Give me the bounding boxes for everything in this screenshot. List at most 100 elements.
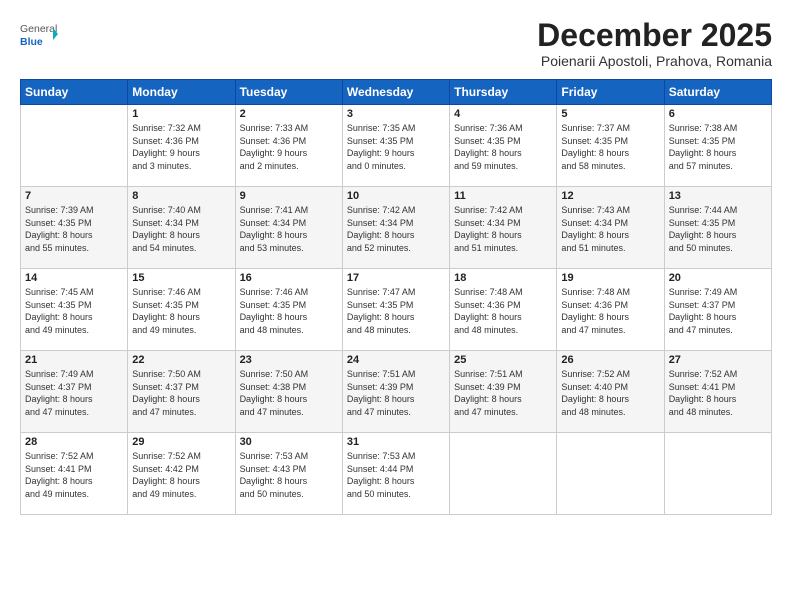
cell-content: Sunrise: 7:36 AM Sunset: 4:35 PM Dayligh… (454, 122, 552, 172)
table-row: 7 Sunrise: 7:39 AM Sunset: 4:35 PM Daylig… (21, 187, 128, 269)
day-number: 11 (454, 190, 552, 202)
cell-content: Sunrise: 7:49 AM Sunset: 4:37 PM Dayligh… (25, 368, 123, 418)
table-row: 5Sunrise: 7:37 AM Sunset: 4:35 PM Daylig… (557, 105, 664, 187)
table-row: 8Sunrise: 7:40 AM Sunset: 4:34 PM Daylig… (128, 187, 235, 269)
day-number: 6 (669, 108, 767, 120)
cell-content: Sunrise: 7:52 AM Sunset: 4:40 PM Dayligh… (561, 368, 659, 418)
table-row: 18Sunrise: 7:48 AM Sunset: 4:36 PM Dayli… (450, 269, 557, 351)
table-row: 16Sunrise: 7:46 AM Sunset: 4:35 PM Dayli… (235, 269, 342, 351)
cell-content: Sunrise: 7:48 AM Sunset: 4:36 PM Dayligh… (561, 286, 659, 336)
table-row: 17Sunrise: 7:47 AM Sunset: 4:35 PM Dayli… (342, 269, 449, 351)
day-number: 19 (561, 272, 659, 284)
day-number: 27 (669, 354, 767, 366)
calendar-week-row: 14 Sunrise: 7:45 AM Sunset: 4:35 PM Dayli… (21, 269, 772, 351)
table-row (557, 433, 664, 515)
cell-content: Sunrise: 7:33 AM Sunset: 4:36 PM Dayligh… (240, 122, 338, 172)
table-row: 21 Sunrise: 7:49 AM Sunset: 4:37 PM Dayli… (21, 351, 128, 433)
cell-content: Sunrise: 7:51 AM Sunset: 4:39 PM Dayligh… (454, 368, 552, 418)
svg-text:General: General (20, 23, 57, 35)
table-row: 1 Sunrise: 7:32 AM Sunset: 4:36 PM Daylig… (128, 105, 235, 187)
day-number: 28 (25, 436, 123, 448)
cell-content: Sunrise: 7:44 AM Sunset: 4:35 PM Dayligh… (669, 204, 767, 254)
cell-content: Sunrise: 7:52 AM Sunset: 4:41 PM Dayligh… (669, 368, 767, 418)
month-title: December 2025 (537, 18, 772, 53)
cell-content: Sunrise: 7:49 AM Sunset: 4:37 PM Dayligh… (669, 286, 767, 336)
day-number: 14 (25, 272, 123, 284)
day-number: 1 (132, 108, 230, 120)
table-row: 19 Sunrise: 7:48 AM Sunset: 4:36 PM Dayli… (557, 269, 664, 351)
table-row: 2 Sunrise: 7:33 AM Sunset: 4:36 PM Daylig… (235, 105, 342, 187)
day-number: 13 (669, 190, 767, 202)
table-row: 10 Sunrise: 7:42 AM Sunset: 4:34 PM Dayli… (342, 187, 449, 269)
calendar-table: Sunday Monday Tuesday Wednesday Thursday… (20, 79, 772, 515)
table-row: 11 Sunrise: 7:42 AM Sunset: 4:34 PM Dayli… (450, 187, 557, 269)
day-number: 22 (132, 354, 230, 366)
table-row: 31 Sunrise: 7:53 AM Sunset: 4:44 PM Dayli… (342, 433, 449, 515)
col-monday: Monday (128, 80, 235, 105)
table-row: 9 Sunrise: 7:41 AM Sunset: 4:34 PM Daylig… (235, 187, 342, 269)
day-number: 21 (25, 354, 123, 366)
cell-content: Sunrise: 7:52 AM Sunset: 4:41 PM Dayligh… (25, 450, 123, 500)
table-row: 12Sunrise: 7:43 AM Sunset: 4:34 PM Dayli… (557, 187, 664, 269)
table-row: 14 Sunrise: 7:45 AM Sunset: 4:35 PM Dayli… (21, 269, 128, 351)
day-number: 30 (240, 436, 338, 448)
table-row: 6 Sunrise: 7:38 AM Sunset: 4:35 PM Daylig… (664, 105, 771, 187)
day-number: 4 (454, 108, 552, 120)
day-number: 7 (25, 190, 123, 202)
day-number: 31 (347, 436, 445, 448)
day-number: 26 (561, 354, 659, 366)
cell-content: Sunrise: 7:50 AM Sunset: 4:37 PM Dayligh… (132, 368, 230, 418)
table-row: 13 Sunrise: 7:44 AM Sunset: 4:35 PM Dayli… (664, 187, 771, 269)
table-row: 22 Sunrise: 7:50 AM Sunset: 4:37 PM Dayli… (128, 351, 235, 433)
calendar-week-row: 7 Sunrise: 7:39 AM Sunset: 4:35 PM Daylig… (21, 187, 772, 269)
cell-content: Sunrise: 7:42 AM Sunset: 4:34 PM Dayligh… (347, 204, 445, 254)
cell-content: Sunrise: 7:48 AM Sunset: 4:36 PM Dayligh… (454, 286, 552, 336)
cell-content: Sunrise: 7:39 AM Sunset: 4:35 PM Dayligh… (25, 204, 123, 254)
day-number: 25 (454, 354, 552, 366)
table-row: 23 Sunrise: 7:50 AM Sunset: 4:38 PM Dayli… (235, 351, 342, 433)
location: Poienarii Apostoli, Prahova, Romania (537, 53, 772, 69)
day-number: 24 (347, 354, 445, 366)
table-row: 29Sunrise: 7:52 AM Sunset: 4:42 PM Dayli… (128, 433, 235, 515)
logo: General Blue (20, 18, 58, 54)
day-number: 9 (240, 190, 338, 202)
day-number: 16 (240, 272, 338, 284)
table-row (21, 105, 128, 187)
day-number: 29 (132, 436, 230, 448)
day-number: 2 (240, 108, 338, 120)
table-row (664, 433, 771, 515)
table-row: 4 Sunrise: 7:36 AM Sunset: 4:35 PM Daylig… (450, 105, 557, 187)
col-sunday: Sunday (21, 80, 128, 105)
table-row: 3Sunrise: 7:35 AM Sunset: 4:35 PM Daylig… (342, 105, 449, 187)
cell-content: Sunrise: 7:35 AM Sunset: 4:35 PM Dayligh… (347, 122, 445, 172)
cell-content: Sunrise: 7:45 AM Sunset: 4:35 PM Dayligh… (25, 286, 123, 336)
svg-text:Blue: Blue (20, 36, 43, 48)
cell-content: Sunrise: 7:53 AM Sunset: 4:44 PM Dayligh… (347, 450, 445, 500)
calendar-week-row: 21 Sunrise: 7:49 AM Sunset: 4:37 PM Dayli… (21, 351, 772, 433)
cell-content: Sunrise: 7:37 AM Sunset: 4:35 PM Dayligh… (561, 122, 659, 172)
table-row: 20Sunrise: 7:49 AM Sunset: 4:37 PM Dayli… (664, 269, 771, 351)
day-number: 23 (240, 354, 338, 366)
table-row (450, 433, 557, 515)
day-number: 10 (347, 190, 445, 202)
calendar-header-row: Sunday Monday Tuesday Wednesday Thursday… (21, 80, 772, 105)
col-wednesday: Wednesday (342, 80, 449, 105)
table-row: 24 Sunrise: 7:51 AM Sunset: 4:39 PM Dayli… (342, 351, 449, 433)
title-block: December 2025 Poienarii Apostoli, Prahov… (537, 18, 772, 69)
cell-content: Sunrise: 7:50 AM Sunset: 4:38 PM Dayligh… (240, 368, 338, 418)
day-number: 15 (132, 272, 230, 284)
table-row: 25 Sunrise: 7:51 AM Sunset: 4:39 PM Dayli… (450, 351, 557, 433)
cell-content: Sunrise: 7:42 AM Sunset: 4:34 PM Dayligh… (454, 204, 552, 254)
cell-content: Sunrise: 7:38 AM Sunset: 4:35 PM Dayligh… (669, 122, 767, 172)
logo-svg: General Blue (20, 18, 58, 54)
cell-content: Sunrise: 7:43 AM Sunset: 4:34 PM Dayligh… (561, 204, 659, 254)
cell-content: Sunrise: 7:40 AM Sunset: 4:34 PM Dayligh… (132, 204, 230, 254)
cell-content: Sunrise: 7:51 AM Sunset: 4:39 PM Dayligh… (347, 368, 445, 418)
cell-content: Sunrise: 7:32 AM Sunset: 4:36 PM Dayligh… (132, 122, 230, 172)
calendar-page: General Blue December 2025 Poienarii Apo… (0, 0, 792, 612)
cell-content: Sunrise: 7:53 AM Sunset: 4:43 PM Dayligh… (240, 450, 338, 500)
cell-content: Sunrise: 7:46 AM Sunset: 4:35 PM Dayligh… (132, 286, 230, 336)
header: General Blue December 2025 Poienarii Apo… (20, 18, 772, 69)
cell-content: Sunrise: 7:41 AM Sunset: 4:34 PM Dayligh… (240, 204, 338, 254)
table-row: 30 Sunrise: 7:53 AM Sunset: 4:43 PM Dayli… (235, 433, 342, 515)
